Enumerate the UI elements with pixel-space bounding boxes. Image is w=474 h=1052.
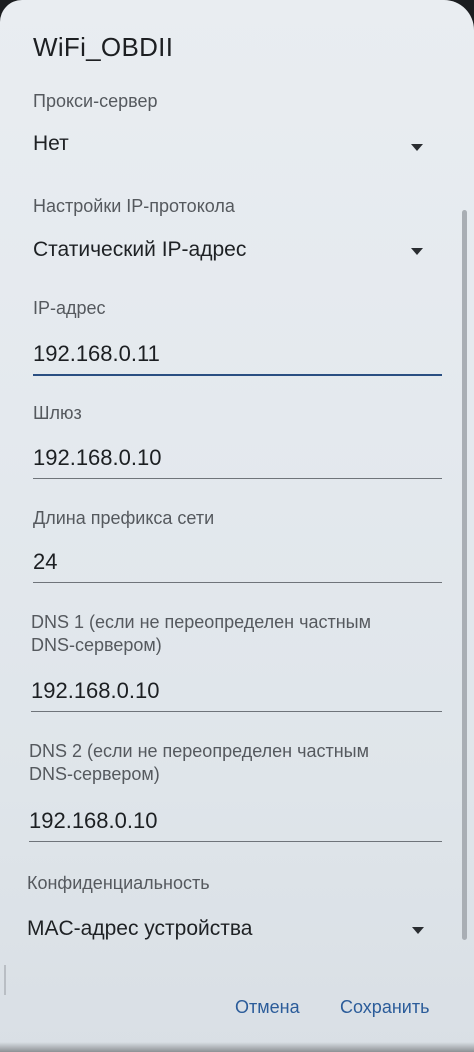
prefix-length-input[interactable] [33,541,442,583]
ip-settings-label: Настройки IP-протокола [33,196,235,216]
dns1-label: DNS 1 (если не переопределен частным DNS… [31,611,371,656]
dialog-title: WiFi_OBDII [33,32,174,62]
save-button[interactable]: Сохранить [340,997,429,1018]
ip-address-input[interactable] [33,334,442,376]
dns2-input[interactable] [29,800,442,842]
gateway-label: Шлюз [33,403,82,423]
privacy-dropdown[interactable]: MAC-адрес устройства [27,907,432,951]
proxy-label: Прокси-сервер [33,91,158,111]
dns2-label: DNS 2 (если не переопределен частным DNS… [29,740,369,785]
chevron-down-icon [412,927,424,934]
dns1-label-line1: DNS 1 (если не переопределен частным [31,612,371,632]
chevron-down-icon [411,144,423,151]
prefix-length-label: Длина префикса сети [33,508,215,528]
wifi-settings-dialog: WiFi_OBDII Прокси-сервер Нет Настройки I… [0,0,474,1052]
gateway-input[interactable] [33,437,442,479]
ip-settings-value: Статический IP-адрес [33,238,247,261]
dns2-label-line1: DNS 2 (если не переопределен частным [29,741,369,761]
privacy-label: Конфиденциальность [27,873,210,893]
ip-address-label: IP-адрес [33,298,106,318]
scrollbar[interactable] [462,210,467,940]
dns1-input[interactable] [31,670,442,712]
dns2-label-line2: DNS-сервером) [29,763,160,784]
divider [4,965,6,995]
bottom-shadow [0,1042,474,1052]
proxy-value: Нет [33,132,69,155]
ip-settings-dropdown[interactable]: Статический IP-адрес [33,228,433,272]
cancel-button[interactable]: Отмена [235,997,300,1018]
proxy-dropdown[interactable]: Нет [33,122,433,166]
chevron-down-icon [411,248,423,255]
dns1-label-line2: DNS-сервером) [31,634,162,655]
privacy-value: MAC-адрес устройства [27,917,253,940]
